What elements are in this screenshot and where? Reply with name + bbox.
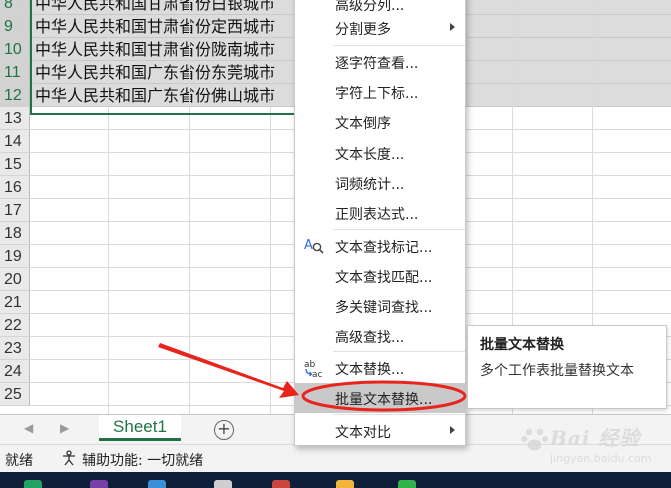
scroll-tabs-right-icon[interactable]: ▶: [60, 421, 69, 435]
cell-value[interactable]: 中华人民共和国甘肃省份白银城市: [35, 0, 295, 15]
taskbar-app-icon[interactable]: [90, 480, 108, 488]
row-header[interactable]: 22: [0, 314, 30, 337]
row-header[interactable]: 14: [0, 130, 30, 153]
menu-item-text-length[interactable]: 文本长度...: [295, 138, 465, 168]
row-header[interactable]: 25: [0, 383, 30, 406]
cell-value[interactable]: [35, 383, 295, 406]
status-bar: 就绪 辅助功能: 一切就绪: [0, 444, 671, 472]
svg-text:A: A: [304, 238, 313, 253]
menu-separator: [333, 45, 465, 46]
row-header[interactable]: 11: [0, 61, 30, 84]
menu-item-word-frequency[interactable]: 词频统计...: [295, 168, 465, 198]
menu-separator: [333, 229, 465, 230]
accessibility-icon[interactable]: [60, 450, 78, 470]
menu-item-batch-text-replace[interactable]: 批量文本替换...: [295, 383, 465, 413]
cell-value[interactable]: 中华人民共和国广东省份佛山城市: [35, 84, 295, 107]
menu-item-superscript[interactable]: 字符上下标...: [295, 77, 465, 107]
cell-value[interactable]: [35, 314, 295, 337]
cell-value[interactable]: [35, 222, 295, 245]
column-gridline: [108, 0, 109, 414]
menu-separator: [333, 351, 465, 352]
cell-value[interactable]: [35, 176, 295, 199]
replace-ab-ac-icon: ab ac: [303, 358, 325, 380]
taskbar-app-icon[interactable]: [214, 480, 232, 488]
plus-circle-icon[interactable]: +: [214, 420, 234, 440]
menu-item-text-replace[interactable]: ab ac 文本替换...: [295, 353, 465, 383]
tooltip-description: 多个工作表批量替换文本: [480, 363, 634, 379]
column-gridline: [270, 0, 271, 414]
row-header[interactable]: 10: [0, 38, 30, 61]
svg-text:ac: ac: [312, 370, 323, 380]
row-header[interactable]: 8: [0, 0, 30, 15]
row-header[interactable]: 15: [0, 153, 30, 176]
row-header[interactable]: 23: [0, 337, 30, 360]
row-header[interactable]: 24: [0, 360, 30, 383]
column-gridline: [189, 0, 190, 414]
taskbar-app-icon[interactable]: [336, 480, 354, 488]
menu-item-find-match[interactable]: 文本查找匹配...: [295, 261, 465, 291]
row-header[interactable]: 12: [0, 84, 30, 107]
cell-value[interactable]: 中华人民共和国甘肃省份定西城市: [35, 15, 295, 38]
submenu-arrow-icon: [450, 23, 455, 31]
cell-value[interactable]: [35, 199, 295, 222]
find-text-icon: A: [303, 236, 325, 256]
accessibility-status-text[interactable]: 辅助功能: 一切就绪: [82, 450, 203, 470]
menu-item-advanced-find[interactable]: 高级查找...: [295, 321, 465, 351]
menu-item-reverse-text[interactable]: 文本倒序: [295, 107, 465, 137]
taskbar-app-icon[interactable]: [272, 480, 290, 488]
cell-value[interactable]: [35, 268, 295, 291]
cell-value[interactable]: [35, 153, 295, 176]
menu-item-split-more[interactable]: 分割更多: [295, 13, 465, 43]
taskbar-app-icon[interactable]: [24, 480, 42, 488]
row-header[interactable]: 17: [0, 199, 30, 222]
tooltip-title: 批量文本替换: [480, 337, 564, 353]
row-header[interactable]: 16: [0, 176, 30, 199]
scroll-tabs-left-icon[interactable]: ◀: [24, 421, 33, 435]
menu-separator: [333, 414, 465, 415]
tooltip: 批量文本替换 多个工作表批量替换文本: [467, 325, 667, 409]
row-header[interactable]: 13: [0, 107, 30, 130]
taskbar-app-icon[interactable]: [398, 480, 416, 488]
cell-value[interactable]: [35, 130, 295, 153]
cell-value[interactable]: 中华人民共和国甘肃省份陇南城市: [35, 38, 295, 61]
cell-value[interactable]: [35, 337, 295, 360]
row-header[interactable]: 20: [0, 268, 30, 291]
row-header[interactable]: 9: [0, 15, 30, 38]
menu-item-find-mark[interactable]: A 文本查找标记...: [295, 231, 465, 261]
submenu-arrow-icon: [450, 426, 455, 434]
cell-value[interactable]: [35, 107, 295, 130]
cell-value[interactable]: 中华人民共和国广东省份东莞城市: [35, 61, 295, 84]
menu-item-regex[interactable]: 正则表达式...: [295, 198, 465, 228]
taskbar-app-icon[interactable]: [148, 480, 166, 488]
cell-value[interactable]: [35, 245, 295, 268]
windows-taskbar: [0, 472, 671, 488]
row-header[interactable]: 18: [0, 222, 30, 245]
sheet-tab-sheet1[interactable]: Sheet1: [99, 415, 181, 441]
menu-item-text-compare[interactable]: 文本对比: [295, 416, 465, 446]
cell-value[interactable]: [35, 291, 295, 314]
context-menu: 高级分列... 分割更多 逐字符查看... 字符上下标... 文本倒序 文本长度…: [294, 0, 466, 446]
status-ready-text: 就绪: [5, 453, 33, 469]
row-header[interactable]: 21: [0, 291, 30, 314]
svg-text:ab: ab: [304, 360, 316, 370]
cell-value[interactable]: [35, 360, 295, 383]
menu-item-char-view[interactable]: 逐字符查看...: [295, 47, 465, 77]
row-header[interactable]: 19: [0, 245, 30, 268]
menu-item-multi-keyword[interactable]: 多关键词查找...: [295, 291, 465, 321]
